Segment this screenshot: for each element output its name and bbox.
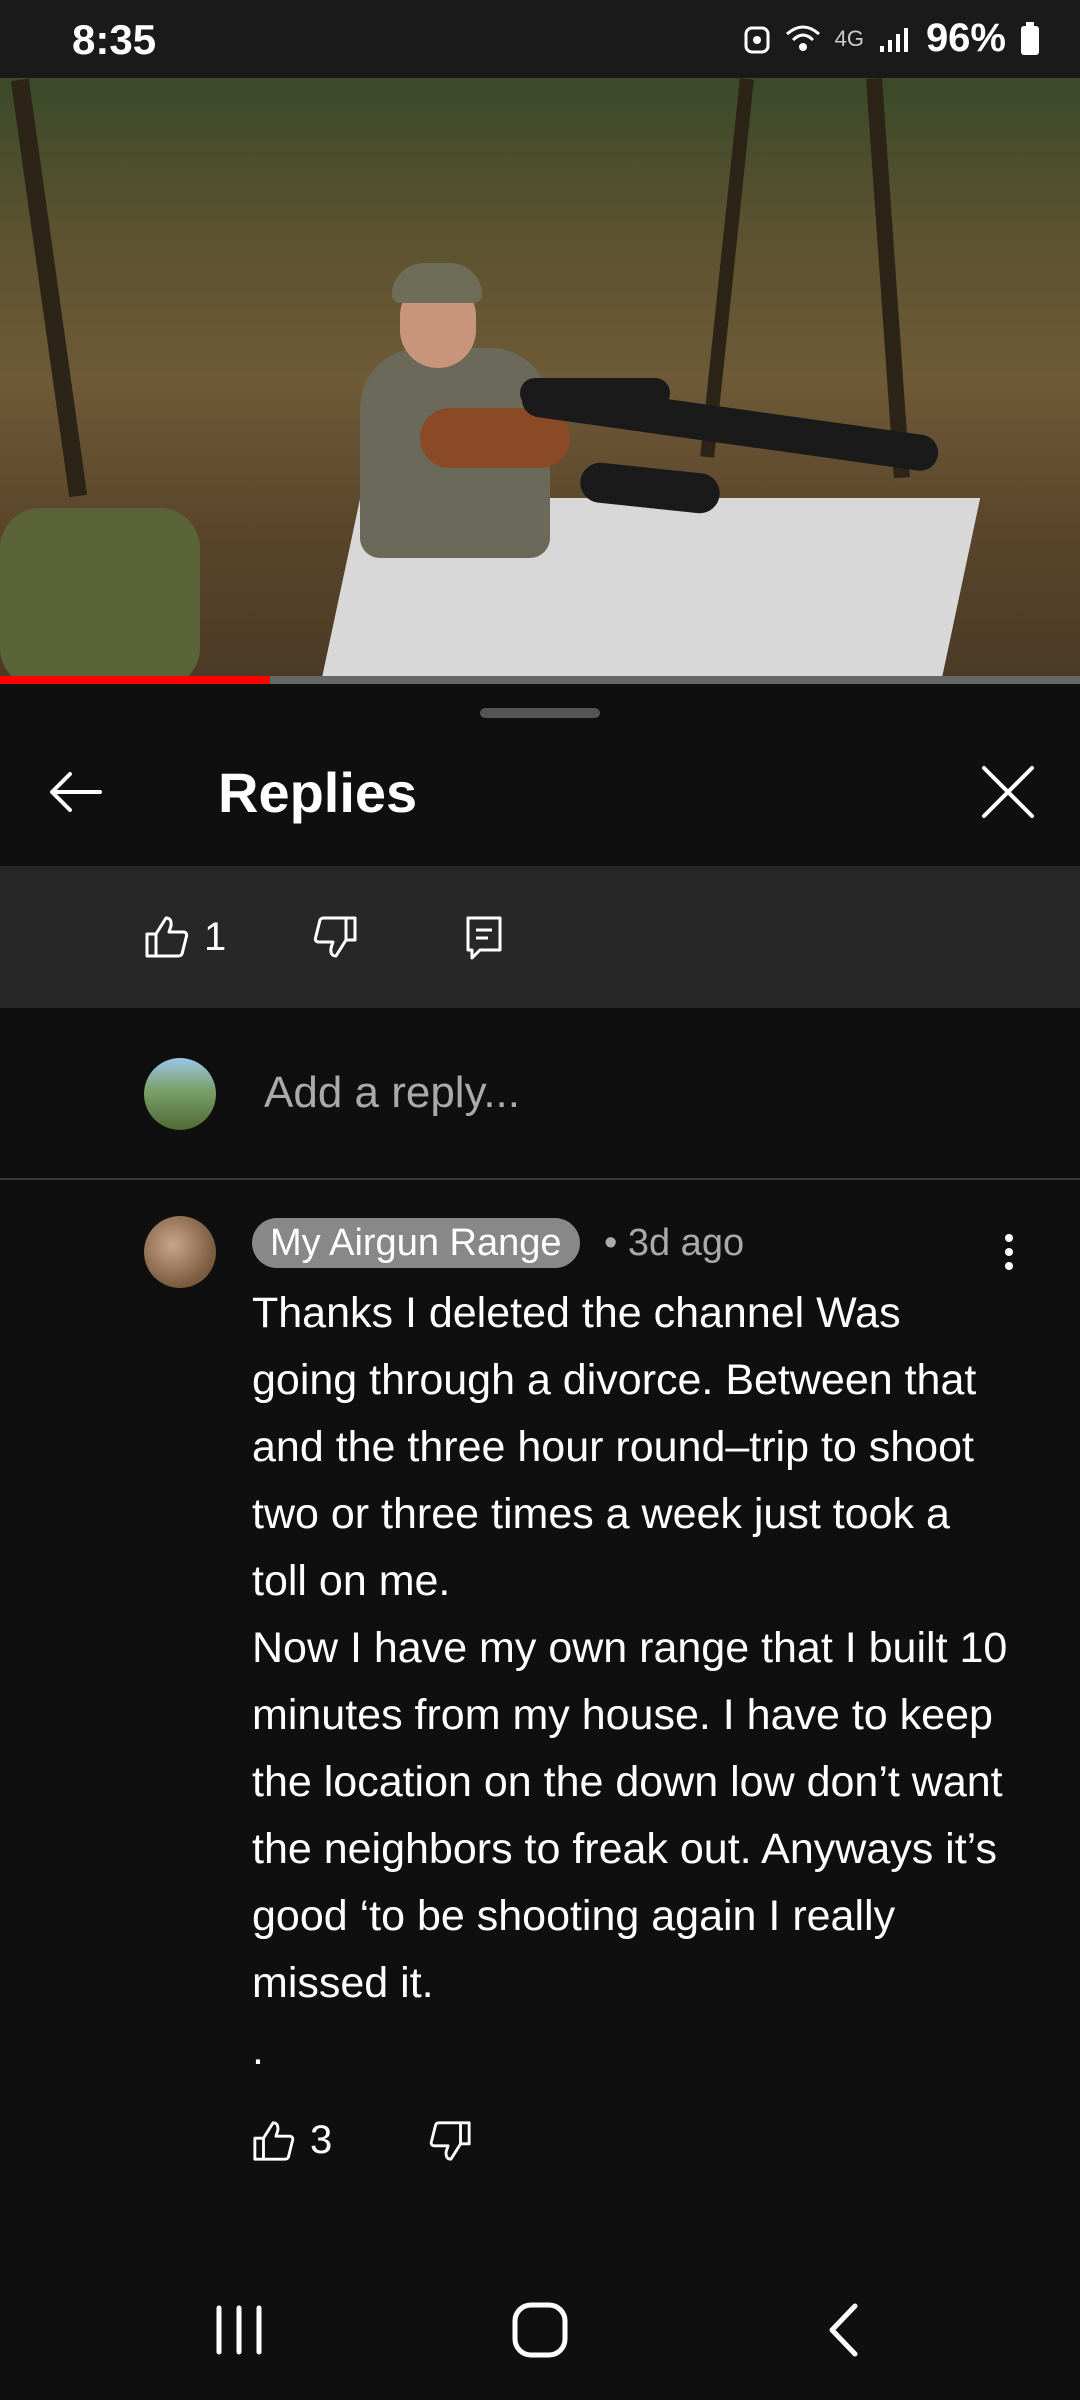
back-icon[interactable] <box>810 2300 880 2360</box>
status-time: 8:35 <box>72 16 157 63</box>
recent-apps-icon[interactable] <box>204 2300 274 2360</box>
close-icon[interactable] <box>978 762 1038 822</box>
scope <box>520 378 670 408</box>
back-arrow-icon[interactable] <box>44 760 108 824</box>
video-player[interactable] <box>0 78 1080 684</box>
thumbs-up-icon <box>145 916 189 958</box>
status-icons: 4G 96% <box>743 16 1040 61</box>
comment-text: Thanks I deleted the channel Was going t… <box>252 1289 1008 2074</box>
battery-icon <box>1021 21 1039 55</box>
comment-like-count: 3 <box>310 2118 333 2162</box>
comment-like-button[interactable]: 3 <box>252 2118 332 2163</box>
gear-bag <box>0 508 200 684</box>
wifi-icon <box>785 25 820 51</box>
add-reply-input[interactable]: Add a reply... <box>264 1068 520 1118</box>
battery-percent: 96% <box>925 16 1006 60</box>
comment-icon <box>466 916 502 960</box>
channel-name-chip[interactable]: My Airgun Range <box>252 1218 580 1268</box>
comment-time: • 3d ago <box>604 1222 745 1264</box>
like-button[interactable]: 1 <box>144 914 226 960</box>
network-label: 4G <box>834 25 864 51</box>
parent-comment-actions: 1 <box>0 866 1080 1008</box>
signal-icon <box>879 27 908 52</box>
comment-actions: 3 <box>252 2118 472 2163</box>
thumbs-down-icon <box>430 2120 471 2161</box>
like-count: 1 <box>204 914 227 959</box>
reply-button[interactable] <box>464 914 504 960</box>
status-bar: 8:35 4G 96% <box>0 0 1080 78</box>
drag-handle[interactable] <box>480 708 600 718</box>
comment-dislike-button[interactable] <box>428 2119 472 2163</box>
panel-title: Replies <box>218 761 418 824</box>
thumbs-up-icon <box>253 2120 295 2161</box>
home-icon[interactable] <box>505 2300 575 2360</box>
channel-avatar[interactable] <box>144 1216 216 1288</box>
video-progress-fill <box>0 676 270 684</box>
user-avatar <box>144 1058 216 1130</box>
alarm-icon <box>744 26 770 53</box>
more-options-icon[interactable] <box>1000 1232 1018 1272</box>
thumbs-down-icon <box>313 916 357 958</box>
dislike-button[interactable] <box>312 914 358 960</box>
